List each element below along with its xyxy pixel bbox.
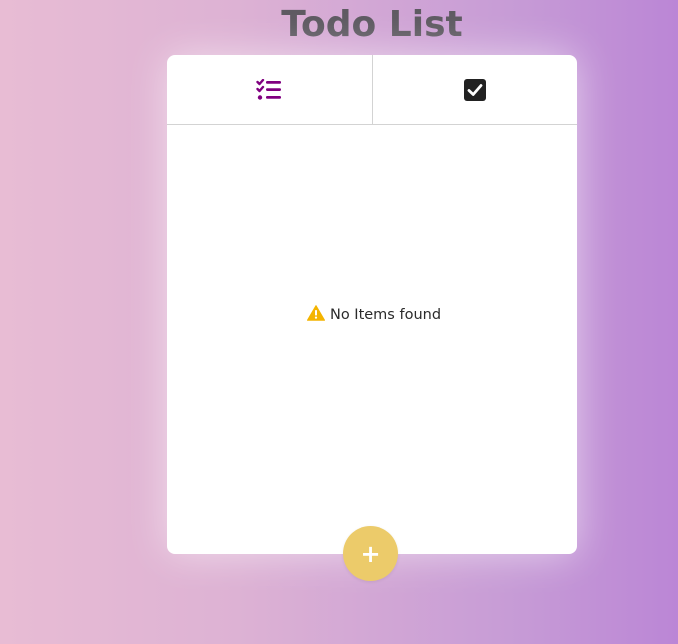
list-check-icon [256, 78, 282, 101]
checked-square-icon [463, 78, 486, 101]
tab-bar [167, 55, 577, 125]
tab-pending-items[interactable] [167, 55, 372, 124]
empty-state-message: No Items found [329, 307, 442, 323]
page-title: Todo List [281, 4, 463, 45]
warning-icon [306, 305, 325, 325]
todo-card: No Items found [167, 55, 577, 554]
empty-state: No Items found [167, 125, 577, 505]
add-item-button[interactable]: + [343, 526, 398, 581]
tab-completed-items[interactable] [371, 55, 578, 124]
